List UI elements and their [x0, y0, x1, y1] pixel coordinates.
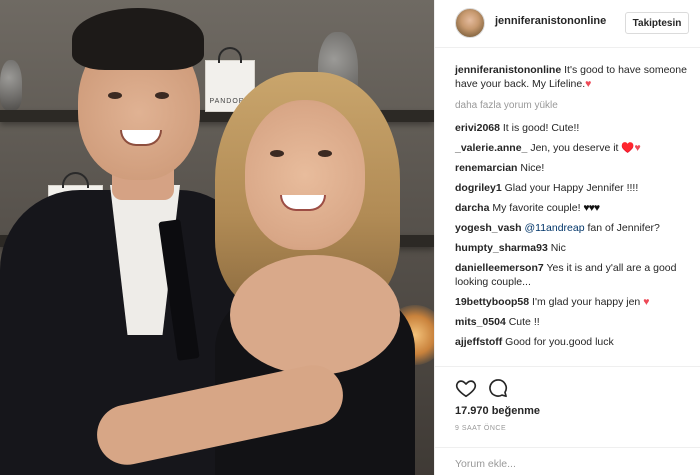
comment-username[interactable]: yogesh_vash	[455, 222, 522, 234]
comment-item: 19bettyboop58 I'm glad your happy jen ♥	[455, 295, 695, 309]
comment-username[interactable]: darcha	[455, 202, 489, 214]
man-eye	[108, 92, 122, 99]
heart-emoji: ♥️♥	[621, 142, 641, 154]
comment-item: darcha My favorite couple! ♥♥♥	[455, 201, 695, 215]
post-header: jenniferanistononline Takiptesin	[435, 0, 700, 48]
comment-item: humpty_sharma93 Nic	[455, 241, 695, 255]
like-count[interactable]: 17.970 beğenme	[455, 405, 540, 417]
man-hair	[72, 8, 204, 70]
comment-text: I'm glad your happy jen	[532, 296, 641, 308]
woman-eye	[270, 150, 284, 157]
woman-eye	[318, 150, 332, 157]
heart-outline-icon[interactable]	[455, 377, 477, 399]
comment-username[interactable]: ajjeffstoff	[455, 336, 502, 348]
add-comment-bar	[435, 447, 700, 475]
heart-emoji: ♥♥♥	[583, 202, 600, 214]
heart-emoji: ♥	[643, 296, 650, 308]
man-eye	[155, 92, 169, 99]
comment-username[interactable]: danielleemerson7	[455, 262, 544, 274]
comment-username[interactable]: humpty_sharma93	[455, 242, 548, 254]
comment-item: dogriley1 Glad your Happy Jennifer !!!!	[455, 181, 695, 195]
woman-shoulder	[230, 255, 400, 375]
woman-face	[245, 100, 365, 250]
comment-username[interactable]: erivi2068	[455, 122, 500, 134]
comment-text: Nice!	[520, 162, 545, 174]
comment-item: mits_0504 Cute !!	[455, 315, 695, 329]
heart-emoji: ♥	[585, 78, 592, 90]
post-actions: 17.970 beğenme 9 SAAT ÖNCE	[435, 366, 700, 472]
comment-bubble-icon[interactable]	[487, 377, 509, 399]
post-photo[interactable]: PANDORA	[0, 0, 434, 475]
comment-username[interactable]: renemarcian	[455, 162, 517, 174]
load-more-comments-link[interactable]: daha fazla yorum yükle	[455, 99, 695, 113]
comment-text: Jen, you deserve it	[530, 142, 619, 154]
comment-username[interactable]: 19bettyboop58	[455, 296, 529, 308]
comment-text: My favorite couple!	[492, 202, 581, 214]
comment-input[interactable]	[455, 456, 675, 472]
comment-text: Good for you.good luck	[505, 336, 614, 348]
comment-text: Glad your Happy Jennifer !!!!	[504, 182, 639, 194]
comment-item: danielleemerson7 Yes it is and y'all are…	[455, 261, 695, 289]
comment-item: erivi2068 It is good! Cute!!	[455, 121, 695, 135]
comment-username[interactable]: _valerie.anne_	[455, 142, 527, 154]
comment-item: yogesh_vash @11andreap fan of Jennifer?	[455, 221, 695, 235]
post-details-panel: jenniferanistononline Takiptesin jennife…	[434, 0, 700, 475]
comment-list: jenniferanistononline It's good to have …	[455, 63, 695, 355]
comment-text: Nic	[550, 242, 566, 254]
comment-text: Cute !!	[508, 316, 540, 328]
comment-text: fan of Jennifer?	[587, 222, 660, 234]
avatar[interactable]	[455, 8, 485, 38]
post-caption: jenniferanistononline It's good to have …	[455, 63, 695, 91]
comment-item: renemarcian Nice!	[455, 161, 695, 175]
comment-item: ajjeffstoff Good for you.good luck	[455, 335, 695, 349]
comment-text: It is good! Cute!!	[502, 122, 580, 134]
post-timestamp: 9 SAAT ÖNCE	[455, 425, 507, 432]
caption-username[interactable]: jenniferanistononline	[455, 64, 561, 76]
vase	[0, 60, 22, 110]
following-button[interactable]: Takiptesin	[625, 12, 689, 34]
comment-mention-link[interactable]: @11andreap	[524, 222, 584, 234]
comment-item: _valerie.anne_ Jen, you deserve it ♥️♥	[455, 141, 695, 155]
header-username[interactable]: jenniferanistononline	[495, 15, 606, 27]
comment-username[interactable]: mits_0504	[455, 316, 506, 328]
comment-username[interactable]: dogriley1	[455, 182, 502, 194]
